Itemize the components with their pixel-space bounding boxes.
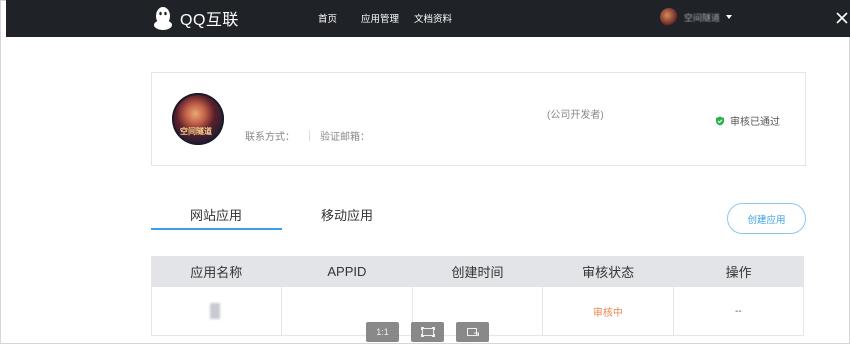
user-name: 空间隧道 <box>684 12 721 23</box>
avatar-badge-text: 空间隧道 <box>180 127 212 136</box>
contact-label: 联系方式： <box>245 132 295 143</box>
image-viewer-controls: 1:1 <box>366 322 489 342</box>
rotate-button[interactable] <box>456 322 489 342</box>
chevron-down-icon <box>726 15 733 19</box>
penguin-logo-icon <box>154 7 172 30</box>
status-badge: 审核中 <box>592 307 623 319</box>
verified-shield-icon <box>716 116 724 125</box>
nav-documentation[interactable]: 文档资料 <box>414 11 452 25</box>
qq-connect-logo[interactable]: QQ互联 <box>152 5 239 31</box>
contact-line: 联系方式： 验证邮箱： <box>245 128 374 143</box>
tab-mobile-apps[interactable]: 移动应用 <box>321 205 373 224</box>
logo-text: QQ互联 <box>180 12 239 29</box>
app-icon <box>209 303 220 319</box>
developer-avatar: 空间隧道 <box>172 93 224 145</box>
fit-screen-icon <box>420 327 435 337</box>
developer-type: (公司开发者) <box>547 110 604 121</box>
table-header: 应用名称 APPID 创建时间 审核状态 操作 <box>151 256 804 287</box>
developer-info-card: 空间隧道 (公司开发者) 联系方式： 验证邮箱： 审核已通过 <box>151 72 806 166</box>
cell-app-name[interactable] <box>152 287 283 335</box>
divider <box>309 130 310 141</box>
nav-app-management[interactable]: 应用管理 <box>361 11 399 25</box>
fit-screen-button[interactable] <box>411 322 444 342</box>
review-status-text: 审核已通过 <box>730 117 780 128</box>
cell-review-status: 审核中 <box>543 287 674 335</box>
actual-size-icon: 1:1 <box>376 327 389 337</box>
app-type-tabs: 网站应用 移动应用 <box>151 200 804 232</box>
column-review-status: 审核状态 <box>582 265 635 280</box>
close-icon[interactable] <box>834 10 850 26</box>
tab-website-apps[interactable]: 网站应用 <box>190 205 242 224</box>
nav-home[interactable]: 首页 <box>318 11 337 25</box>
top-navigation-bar: QQ互联 首页 应用管理 文档资料 空间隧道 <box>6 0 850 37</box>
actual-size-button[interactable]: 1:1 <box>366 322 399 342</box>
user-menu[interactable]: 空间隧道 <box>660 8 733 26</box>
create-app-button[interactable]: 创建应用 <box>727 203 806 234</box>
email-label: 验证邮箱： <box>320 132 370 143</box>
column-actions: 操作 <box>725 265 752 280</box>
column-created-time: 创建时间 <box>451 265 504 280</box>
action-text: -- <box>734 305 742 317</box>
column-app-name: 应用名称 <box>190 265 243 280</box>
cell-actions[interactable]: -- <box>674 287 803 335</box>
user-avatar <box>660 8 678 26</box>
review-status: 审核已通过 <box>715 113 780 128</box>
column-appid: APPID <box>327 264 367 279</box>
rotate-icon <box>466 328 479 337</box>
active-tab-indicator <box>151 228 282 230</box>
